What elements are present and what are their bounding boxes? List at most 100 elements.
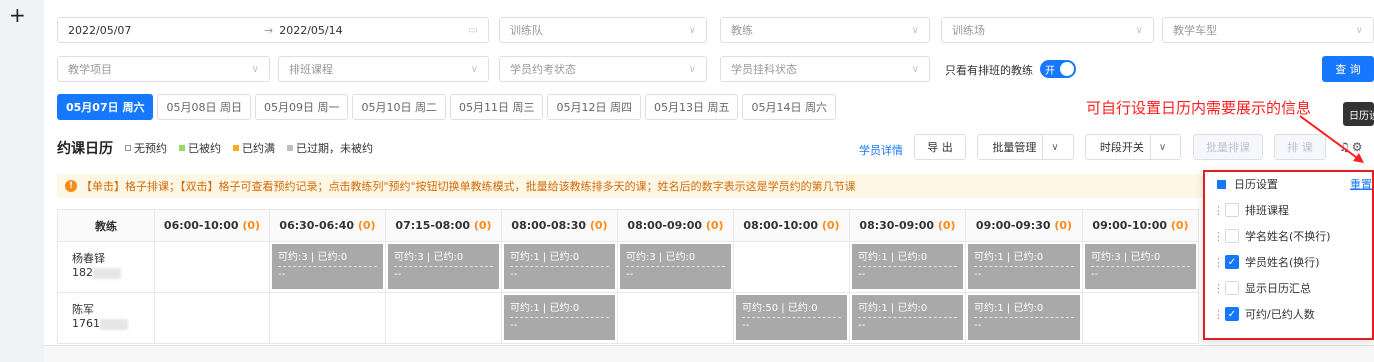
calendar-title-row: 约课日历 无预约 已被约 已约满 已过期，未被约 — [57, 138, 373, 158]
coach-cell[interactable]: 陈军 1761 — [57, 292, 155, 344]
checkbox[interactable] — [1225, 281, 1239, 295]
table-header-row: 教练 06:00-10:00 (0) 06:30-06:40 (0) 07:15… — [57, 209, 1199, 242]
slot-header: 08:00-08:30 (0) — [501, 209, 618, 242]
day-tab[interactable]: 05月10日 周二 — [352, 94, 446, 120]
schedule-cell[interactable]: 可约:50 | 已约:0 -- — [733, 292, 850, 344]
settings-item-label: 可约/已约人数 — [1245, 308, 1315, 321]
settings-item[interactable]: ⋮ ✓ 学员姓名(换行) — [1213, 254, 1320, 270]
settings-item[interactable]: ⋮ 学名姓名(不换行) — [1213, 228, 1331, 244]
drag-handle-icon[interactable]: ⋮ — [1213, 282, 1224, 295]
day-tab[interactable]: 05月08日 周日 — [157, 94, 251, 120]
drag-handle-icon[interactable]: ⋮ — [1213, 204, 1224, 217]
project-select[interactable]: 教学项目 ∨ — [57, 56, 270, 82]
schedule-cell[interactable] — [733, 241, 850, 293]
cartype-select[interactable]: 教学车型 ∨ — [1162, 17, 1374, 43]
schedule-cell[interactable]: 可约:3 | 已约:0 -- — [269, 241, 386, 293]
settings-item[interactable]: ⋮ ✓ 可约/已约人数 — [1213, 306, 1315, 322]
export-button[interactable]: 导 出 — [914, 134, 966, 160]
slot-block[interactable]: 可约:1 | 已约:0 -- — [504, 244, 615, 289]
settings-item-label: 显示日历汇总 — [1245, 282, 1311, 295]
batch-manage-button[interactable]: 批量管理 ∨ — [977, 134, 1074, 160]
checkbox[interactable]: ✓ — [1225, 255, 1239, 269]
date-range-picker[interactable]: 2022/05/07 → 2022/05/14 ▭ — [57, 17, 489, 43]
settings-check-icon[interactable] — [1217, 179, 1226, 189]
schedule-cell[interactable]: 可约:1 | 已约:0 -- — [965, 292, 1083, 344]
checkbox[interactable]: ✓ — [1225, 307, 1239, 321]
only-scheduled-toggle[interactable]: 开 — [1040, 60, 1076, 78]
day-tab[interactable]: 05月07日 周六 — [57, 94, 154, 120]
schedule-cell[interactable]: 可约:3 | 已约:0 -- — [617, 241, 734, 293]
slot-header: 08:00-09:00 (0) — [617, 209, 734, 242]
exam-status-select[interactable]: 学员约考状态 ∨ — [499, 56, 707, 82]
checkbox[interactable] — [1225, 229, 1239, 243]
slot-block[interactable]: 可约:50 | 已约:0 -- — [736, 295, 847, 340]
legend-swatch — [233, 145, 239, 151]
settings-title: 日历设置 — [1234, 178, 1278, 191]
add-icon[interactable]: + — [9, 5, 26, 25]
schedule-cell[interactable] — [1082, 292, 1199, 344]
day-tab[interactable]: 05月12日 周四 — [547, 94, 641, 120]
day-tab[interactable]: 05月13日 周五 — [644, 94, 739, 120]
schedule-cell[interactable] — [269, 292, 386, 344]
schedule-course-select[interactable]: 排班课程 ∨ — [278, 56, 489, 82]
coach-name: 陈军 — [72, 303, 94, 316]
slot-block[interactable]: 可约:1 | 已约:0 -- — [504, 295, 615, 340]
slot-block[interactable]: 可约:3 | 已约:0 -- — [388, 244, 499, 289]
checkbox[interactable] — [1225, 203, 1239, 217]
slot-header: 07:15-08:00 (0) — [385, 209, 502, 242]
schedule-cell[interactable]: 可约:1 | 已约:0 -- — [849, 292, 966, 344]
slot-block[interactable]: 可约:1 | 已约:0 -- — [968, 295, 1080, 340]
schedule-cell[interactable]: 可约:3 | 已约:0 -- — [1082, 241, 1199, 293]
day-tab[interactable]: 05月09日 周一 — [254, 94, 349, 120]
drag-handle-icon[interactable]: ⋮ — [1213, 256, 1224, 269]
schedule-cell[interactable]: 可约:1 | 已约:0 -- — [501, 241, 618, 293]
settings-item[interactable]: ⋮ 排班课程 — [1213, 202, 1289, 218]
team-select[interactable]: 训练队 ∨ — [499, 17, 707, 43]
coach-cell[interactable]: 杨春铎 182 — [57, 241, 155, 293]
query-button[interactable]: 查 询 — [1322, 56, 1374, 82]
day-tab[interactable]: 05月11日 周三 — [449, 94, 544, 120]
schedule-cell[interactable]: 可约:1 | 已约:0 -- — [849, 241, 966, 293]
settings-item-label: 学员姓名(换行) — [1245, 256, 1320, 269]
blurred-phone — [93, 267, 121, 279]
settings-item[interactable]: ⋮ 显示日历汇总 — [1213, 280, 1311, 296]
field-select[interactable]: 训练场 ∨ — [941, 17, 1154, 43]
notice-text: 【单击】格子排课；【双击】格子可查看预约记录；点击教练列"预约"按钮切换单教练模… — [81, 180, 856, 193]
date-start: 2022/05/07 — [68, 23, 132, 37]
subject-status-select[interactable]: 学员挂科状态 ∨ — [720, 56, 930, 82]
schedule-cell[interactable]: 可约:3 | 已约:0 -- — [385, 241, 502, 293]
coach-select[interactable]: 教练 ∨ — [720, 17, 930, 43]
schedule-cell[interactable] — [385, 292, 502, 344]
reset-link[interactable]: 重置 — [1350, 176, 1372, 192]
bell-icon[interactable]: ♫ — [1339, 140, 1350, 154]
slot-block[interactable]: 可约:1 | 已约:0 -- — [852, 244, 963, 289]
slot-block[interactable]: 可约:1 | 已约:0 -- — [968, 244, 1080, 289]
slot-sub: -- — [974, 269, 982, 280]
student-detail-link[interactable]: 学员详情 — [859, 142, 903, 158]
drag-handle-icon[interactable]: ⋮ — [1213, 230, 1224, 243]
exam-placeholder: 学员约考状态 — [510, 63, 576, 76]
schedule-button[interactable]: 排 课 — [1274, 134, 1326, 160]
legend-item: 已过期，未被约 — [287, 140, 373, 156]
gear-icon[interactable]: ⚙ — [1352, 140, 1363, 154]
schedule-cell[interactable] — [154, 241, 270, 293]
slot-block[interactable]: 可约:1 | 已约:0 -- — [852, 295, 963, 340]
schedule-cell[interactable] — [154, 292, 270, 344]
schedule-cell[interactable]: 可约:1 | 已约:0 -- — [965, 241, 1083, 293]
schedule-cell[interactable]: 可约:1 | 已约:0 -- — [501, 292, 618, 344]
toggle-text: 开 — [1045, 65, 1055, 77]
slot-block[interactable]: 可约:3 | 已约:0 -- — [272, 244, 383, 289]
drag-handle-icon[interactable]: ⋮ — [1213, 308, 1224, 321]
batch-schedule-button[interactable]: 批量排课 — [1193, 134, 1263, 160]
slot-block[interactable]: 可约:3 | 已约:0 -- — [1085, 244, 1196, 289]
chevron-down-icon: ∨ — [911, 63, 919, 75]
schedule-cell[interactable] — [617, 292, 734, 344]
day-tab[interactable]: 05月14日 周六 — [742, 94, 836, 120]
time-switch-button[interactable]: 时段开关 ∨ — [1085, 134, 1181, 160]
slot-capacity: 可约:1 | 已约:0 — [974, 248, 1074, 267]
slot-block[interactable]: 可约:3 | 已约:0 -- — [620, 244, 731, 289]
chevron-down-icon: ∨ — [688, 63, 696, 75]
calendar-settings-panel: 日历设置 重置 ⋮ 排班课程 ⋮ 学名姓名(不换行) ⋮ ✓ 学员姓名(换行) ⋮ 显示日历汇总… — [1203, 170, 1374, 340]
chevron-down-icon: ∨ — [1042, 135, 1059, 159]
legend-swatch — [287, 145, 293, 151]
